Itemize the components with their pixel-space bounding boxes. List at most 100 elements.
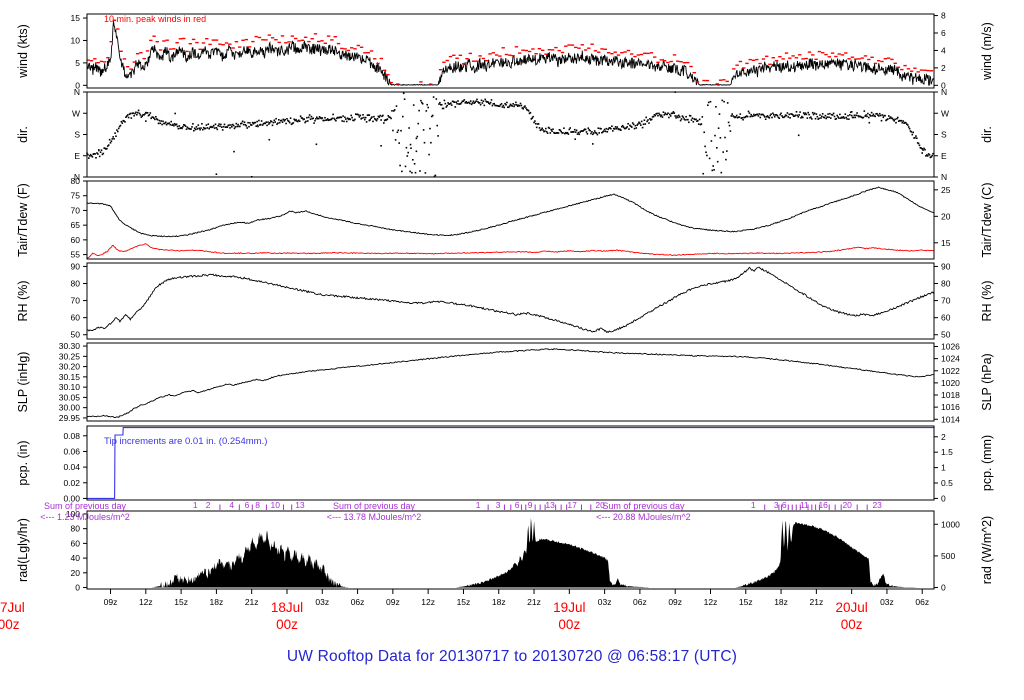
left-axis-title: rad(Lgly/hr) — [16, 518, 30, 582]
date-label-sub: 00z — [841, 617, 863, 632]
right-tick-label: 8 — [941, 11, 946, 21]
right-axis-title: rad (W/m^2) — [980, 516, 994, 584]
left-tick-label: E — [74, 151, 80, 161]
right-tick-label: 50 — [941, 330, 951, 340]
mj-label: 8 — [255, 500, 260, 510]
right-tick-label: 90 — [941, 261, 951, 271]
series-solar-rad-day3 — [735, 520, 918, 588]
right-tick-label: 0.5 — [941, 478, 953, 488]
right-axis-title: Tair/Tdew (C) — [980, 182, 994, 257]
mj-label: 17 — [567, 500, 577, 510]
left-tick-label: 30.25 — [59, 351, 81, 361]
left-tick-label: 5 — [75, 58, 80, 68]
series-solar-rad-day2 — [455, 517, 651, 588]
left-axis-title: dir. — [16, 126, 30, 143]
mj-label: 1 — [193, 500, 198, 510]
left-tick-label: 30.15 — [59, 372, 81, 382]
right-axis-title: RH (%) — [980, 281, 994, 322]
left-tick-label: 30.30 — [59, 341, 81, 351]
date-label-sub: 00z — [558, 617, 580, 632]
series-tdew — [86, 243, 935, 260]
x-tick-label: 09z — [668, 597, 682, 607]
date-label: 20Jul — [836, 600, 868, 615]
rooftop-weather-page: 0 5 10 15 0 2 4 6 8 wind (kts) wind (m/s) 10 min. p… — [0, 0, 1024, 700]
panel-frame — [86, 262, 935, 340]
x-tick-label: 18z — [492, 597, 506, 607]
right-tick-label: N — [941, 172, 947, 182]
left-tick-label: 70 — [71, 205, 81, 215]
right-tick-label: 1026 — [941, 342, 960, 352]
right-tick-label: 70 — [941, 296, 951, 306]
left-tick-label: 29.95 — [59, 413, 81, 423]
right-tick-label: 1020 — [941, 378, 960, 388]
left-tick-label: 0 — [75, 583, 80, 593]
x-tick-label: 18z — [210, 597, 224, 607]
x-tick-label: 21z — [810, 597, 824, 607]
series-tair — [86, 186, 935, 238]
daily-sum-value: <--- 13.78 MJoules/m^2 — [327, 512, 422, 522]
date-label: 17Jul — [0, 600, 25, 615]
panel-slp: 29.9530.0030.0530.1030.1530.2030.2530.30… — [16, 341, 994, 424]
right-tick-label: 1014 — [941, 414, 960, 424]
multipanel-weather-chart: 0 5 10 15 0 2 4 6 8 wind (kts) wind (m/s) 10 min. p… — [0, 0, 1024, 645]
left-axis-title: SLP (inHg) — [16, 352, 30, 413]
x-tick-label: 21z — [527, 597, 541, 607]
x-tick-label: 09z — [104, 597, 118, 607]
series-sea-level-pressure — [87, 348, 934, 418]
panel-annotation: Tip increments are 0.01 in. (0.254mm.) — [104, 436, 267, 447]
left-tick-label: 80 — [71, 524, 81, 534]
right-tick-label: N — [941, 87, 947, 97]
mj-label: 13 — [295, 500, 305, 510]
right-tick-label: 60 — [941, 313, 951, 323]
x-tick-label: 18z — [774, 597, 788, 607]
right-tick-label: 1.5 — [941, 447, 953, 457]
mj-label: 3 — [774, 500, 779, 510]
right-tick-label: 500 — [941, 551, 955, 561]
x-tick-label: 03z — [598, 597, 612, 607]
left-tick-label: 60 — [71, 313, 81, 323]
left-tick-label: 80 — [71, 278, 81, 288]
chart-title: UW Rooftop Data for 20130717 to 20130720… — [286, 648, 738, 665]
left-tick-label: 55 — [71, 250, 81, 260]
right-tick-label: 1 — [941, 463, 946, 473]
series-solar-rad-day1 — [151, 530, 349, 588]
x-tick-label: 12z — [421, 597, 435, 607]
right-tick-label: S — [941, 130, 947, 140]
x-tick-label: 15z — [457, 597, 471, 607]
x-tick-label: 12z — [704, 597, 718, 607]
x-tick-label: 06z — [915, 597, 929, 607]
left-tick-label: 60 — [71, 538, 81, 548]
left-tick-label: 30.05 — [59, 392, 81, 402]
right-tick-label: 2 — [941, 432, 946, 442]
mj-label: 1 — [476, 500, 481, 510]
left-tick-label: 70 — [71, 296, 81, 306]
x-tick-label: 15z — [739, 597, 753, 607]
left-tick-label: 20 — [71, 568, 81, 578]
mj-label: 23 — [872, 500, 882, 510]
right-tick-label: 2 — [941, 63, 946, 73]
date-label: 19Jul — [553, 600, 585, 615]
mj-label: 6 — [245, 500, 250, 510]
left-tick-label: 0.02 — [63, 478, 80, 488]
right-axis-title: wind (m/s) — [980, 22, 994, 81]
right-tick-label: 20 — [941, 211, 951, 221]
date-label-sub: 00z — [276, 617, 298, 632]
right-tick-label: 1000 — [941, 519, 960, 529]
left-tick-label: 0.08 — [63, 431, 80, 441]
left-tick-label: 90 — [71, 261, 81, 271]
panel-frame — [86, 180, 935, 260]
right-axis-title: pcp. (mm) — [980, 435, 994, 491]
mj-label: 3 — [496, 500, 501, 510]
right-axis-title: dir. — [980, 126, 994, 143]
right-tick-label: 6 — [941, 28, 946, 38]
left-tick-label: 80 — [71, 176, 81, 186]
daily-sum-label: Sum of previous day — [602, 501, 685, 511]
right-tick-label: E — [941, 151, 947, 161]
chart-canvas: 05101502468wind (kts) wind (m/s)10 min. p… — [0, 11, 994, 632]
mj-label: 16 — [818, 500, 828, 510]
right-tick-label: 0 — [941, 493, 946, 503]
left-axis-title: pcp. (in) — [16, 440, 30, 485]
right-tick-label: 80 — [941, 278, 951, 288]
mj-label: 6 — [515, 500, 520, 510]
series-wind-direction — [86, 91, 934, 178]
